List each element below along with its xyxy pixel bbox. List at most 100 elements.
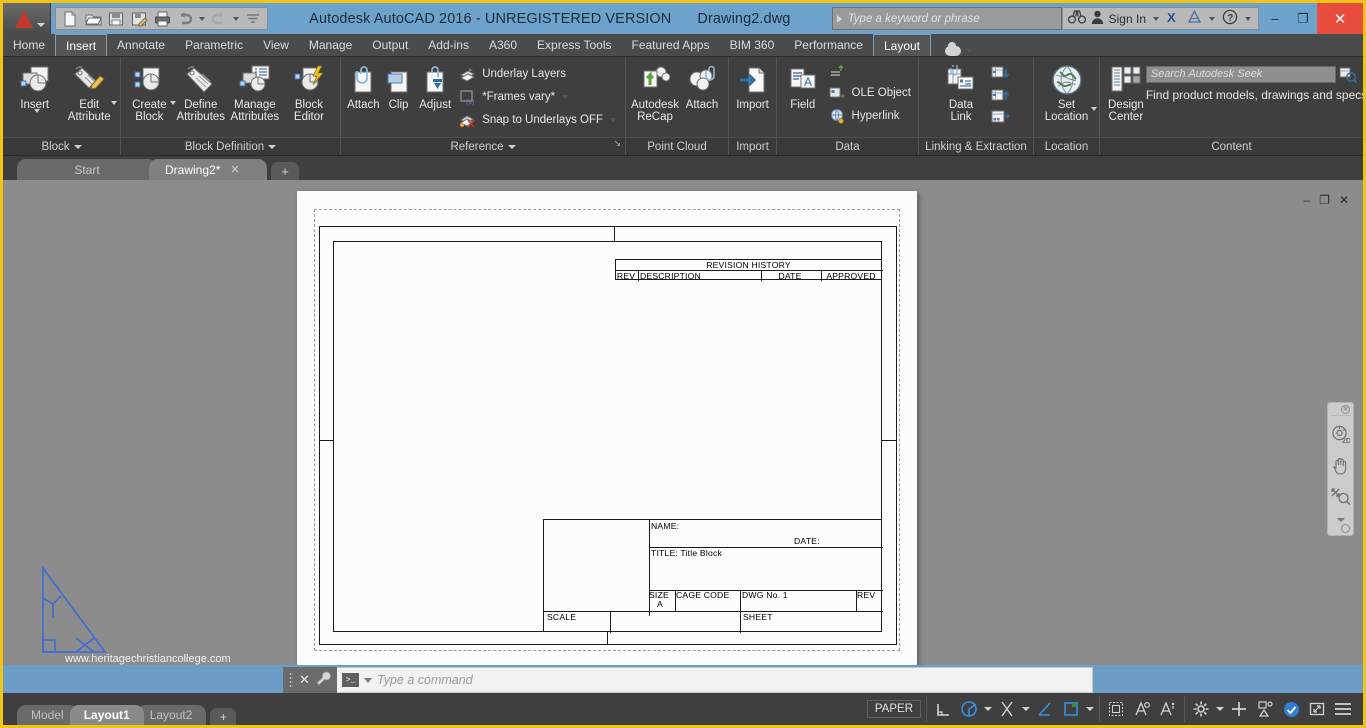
set-location-chevron-down-icon[interactable] xyxy=(1091,107,1097,111)
autodesk-seek-input[interactable]: Search Autodesk Seek xyxy=(1145,65,1336,83)
panel-title-block-definition[interactable]: Block Definition xyxy=(121,137,340,155)
upload-to-source-button[interactable] xyxy=(989,86,1017,104)
command-line-grip[interactable]: ✕ xyxy=(283,667,337,693)
settings-chevron-down-icon[interactable] xyxy=(1216,707,1224,711)
ribbon-tab-view[interactable]: View xyxy=(253,34,299,56)
ole-object-button[interactable]: OLE Object xyxy=(826,83,913,103)
viewport-minimize-button[interactable]: – xyxy=(1303,193,1310,207)
chevron-down-icon[interactable] xyxy=(507,144,516,149)
sign-in-chevron-down-icon[interactable] xyxy=(1153,16,1159,21)
ribbon-tab-manage[interactable]: Manage xyxy=(299,34,362,56)
new-tab-button[interactable]: + xyxy=(271,162,299,180)
clip-button[interactable]: Clip xyxy=(383,61,415,111)
edit-attribute-chevron-down-icon[interactable] xyxy=(111,101,118,105)
viewport-close-button[interactable]: ✕ xyxy=(1339,193,1349,207)
close-icon[interactable]: ✕ xyxy=(230,163,239,176)
close-button[interactable]: ✕ xyxy=(1317,3,1363,34)
annotation-scale-auto-icon[interactable] xyxy=(1131,698,1153,720)
file-tab-start[interactable]: Start xyxy=(17,159,157,180)
isolate-objects-icon[interactable] xyxy=(1254,698,1276,720)
download-from-source-button[interactable] xyxy=(989,64,1017,82)
wrench-icon[interactable] xyxy=(316,671,331,689)
command-history-chevron-down-icon[interactable] xyxy=(364,677,372,683)
ribbon-tab-performance[interactable]: Performance xyxy=(784,34,873,56)
osnap-icon[interactable] xyxy=(996,698,1018,720)
frames-vary-chevron-down-icon[interactable] xyxy=(562,95,569,99)
chevron-down-icon[interactable] xyxy=(73,144,82,149)
ribbon-tab-addins[interactable]: Add-ins xyxy=(418,34,479,56)
share-chevron-down-icon[interactable] xyxy=(1209,16,1215,21)
chevron-down-icon[interactable] xyxy=(268,144,277,149)
ribbon-tab-parametric[interactable]: Parametric xyxy=(175,34,253,56)
command-input[interactable]: >_ Type a command xyxy=(337,667,1093,693)
redo-chevron-down-icon[interactable] xyxy=(233,16,239,21)
close-icon[interactable]: ✕ xyxy=(299,672,310,688)
settings-gear-icon[interactable] xyxy=(1190,698,1212,720)
undo-icon[interactable] xyxy=(174,8,196,29)
frames-vary-button[interactable]: (x) *Frames vary* xyxy=(456,87,620,107)
ortho-icon[interactable] xyxy=(932,698,954,720)
hyperlink-button[interactable]: Hyperlink xyxy=(826,106,913,126)
insert-button[interactable]: Insert xyxy=(8,61,61,113)
ribbon-tab-output[interactable]: Output xyxy=(362,34,418,56)
minimize-button[interactable]: – xyxy=(1261,3,1289,34)
attach-button[interactable]: Attach xyxy=(346,61,381,111)
paper-space-button[interactable]: PAPER xyxy=(866,700,921,718)
polar-chevron-down-icon[interactable] xyxy=(984,707,992,711)
adjust-button[interactable]: Adjust xyxy=(416,61,454,111)
manage-attributes-button[interactable]: Manage Attributes xyxy=(229,61,281,123)
save-as-icon[interactable] xyxy=(128,8,150,29)
hardware-accel-icon[interactable] xyxy=(1280,698,1302,720)
undo-chevron-down-icon[interactable] xyxy=(199,16,205,21)
workspace-icon[interactable] xyxy=(1060,698,1082,720)
viewport-restore-button[interactable]: ❐ xyxy=(1319,193,1330,207)
layout-tab-layout2[interactable]: Layout2 xyxy=(135,705,207,725)
import-button[interactable]: Import xyxy=(734,61,771,111)
polar-tracking-icon[interactable] xyxy=(958,698,980,720)
steering-wheel-2d-icon[interactable]: 2D xyxy=(1331,425,1351,447)
field-button[interactable]: A Field xyxy=(782,61,824,111)
define-attributes-button[interactable]: Define Attributes xyxy=(175,61,227,123)
autodesk-exchange-icon[interactable]: X xyxy=(1166,10,1182,27)
underlay-layers-button[interactable]: Underlay Layers xyxy=(456,64,620,84)
save-icon[interactable] xyxy=(105,8,127,29)
panel-title-reference[interactable]: Reference ↘ xyxy=(341,137,625,155)
new-layout-button[interactable]: + xyxy=(210,708,237,725)
navbar-chevron-down-icon[interactable] xyxy=(1336,518,1345,522)
create-block-button[interactable]: Create Block xyxy=(126,61,176,123)
chevron-down-icon[interactable] xyxy=(966,49,972,53)
drawing-canvas[interactable]: – ❐ ✕ REVISION HISTORY REV DESCRIPTION D… xyxy=(3,180,1363,665)
file-tab-drawing2[interactable]: Drawing2* ✕ xyxy=(149,159,267,180)
sign-in-label[interactable]: Sign In xyxy=(1109,12,1146,26)
redo-icon[interactable] xyxy=(208,8,230,29)
ribbon-tab-a360[interactable]: A360 xyxy=(479,34,527,56)
infocenter-search[interactable]: Type a keyword or phrase xyxy=(831,7,1062,30)
annotation-scale-add-icon[interactable] xyxy=(1157,698,1179,720)
layout-sheet[interactable]: REVISION HISTORY REV DESCRIPTION DATE AP… xyxy=(297,191,917,665)
panel-dialog-launcher-icon[interactable]: ↘ xyxy=(613,134,621,152)
maximize-button[interactable]: ❐ xyxy=(1289,3,1317,34)
pan-hand-icon[interactable] xyxy=(1331,456,1350,478)
drag-handle-icon[interactable] xyxy=(289,672,294,688)
ribbon-tab-express-tools[interactable]: Express Tools xyxy=(527,34,621,56)
ribbon-tab-featured-apps[interactable]: Featured Apps xyxy=(622,34,720,56)
block-editor-button[interactable]: Block Editor xyxy=(283,61,335,123)
customization-menu-icon[interactable] xyxy=(1332,698,1354,720)
help-chevron-down-icon[interactable] xyxy=(1245,16,1251,21)
ribbon-tab-insert[interactable]: Insert xyxy=(55,34,108,56)
panel-title-block[interactable]: Block xyxy=(3,137,120,155)
ribbon-tab-home[interactable]: Home xyxy=(3,34,55,56)
ribbon-tab-layout[interactable]: Layout xyxy=(872,34,931,56)
new-icon[interactable] xyxy=(59,8,81,29)
otrack-icon[interactable] xyxy=(1034,698,1056,720)
binoculars-icon[interactable] xyxy=(1067,10,1086,27)
navbar-close-icon[interactable]: ✕ xyxy=(1341,405,1350,414)
zoom-extents-icon[interactable] xyxy=(1330,487,1351,509)
open-icon[interactable] xyxy=(82,8,104,29)
design-center-button[interactable]: Design Center xyxy=(1108,61,1144,123)
user-avatar-icon[interactable] xyxy=(1091,10,1104,27)
ribbon-tab-bim360[interactable]: BIM 360 xyxy=(720,34,785,56)
plot-icon[interactable] xyxy=(151,8,173,29)
ribbon-display-options[interactable] xyxy=(945,42,974,56)
layout-tab-layout1[interactable]: Layout1 xyxy=(69,705,144,725)
